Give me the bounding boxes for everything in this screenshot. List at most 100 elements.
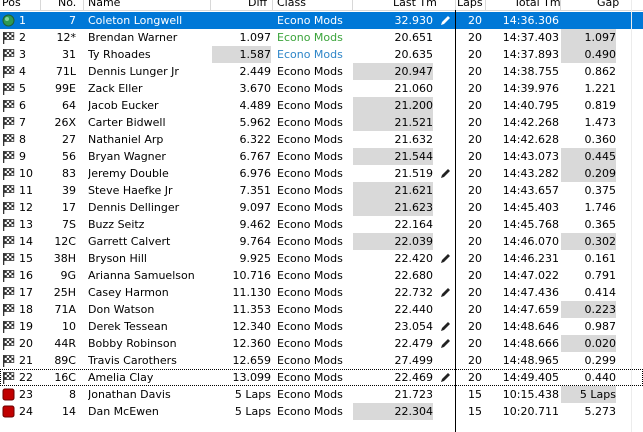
class-cell: Econo Mods [277, 286, 343, 299]
driver-name-cell: Coleton Longwell [88, 14, 183, 27]
diff-cell: 6.976 [239, 167, 272, 180]
total-time-cell: 14:48.965 [502, 354, 559, 367]
header-divider[interactable] [40, 0, 41, 10]
table-row[interactable]: 12 17 Dennis Dellinger 9.097 Econo Mods 21.62… [0, 199, 643, 216]
class-cell: Econo Mods [277, 31, 343, 44]
header-gap[interactable]: Gap [597, 0, 619, 10]
table-row[interactable]: 6 64 Jacob Eucker 4.489 Econo Mods 21.200 20 14… [0, 97, 643, 114]
header-total-tm[interactable]: Total Tm [514, 0, 561, 10]
diff-cell: 11.130 [232, 286, 272, 299]
table-row[interactable]: 2 12* Brendan Warner 1.097 Econo Mods 20.651 2… [0, 29, 643, 46]
table-row[interactable]: 16 9G Arianna Samuelson 10.716 Econo Mods 22.… [0, 267, 643, 284]
last-time-cell: 21.544 [353, 148, 433, 165]
total-time-cell: 14:48.666 [502, 337, 559, 350]
header-last-tm[interactable]: Last Tm [393, 0, 437, 10]
header-class[interactable]: Class [277, 0, 306, 10]
table-row[interactable]: 22 16C Amelia Clay 13.099 Econo Mods 22.469 20… [0, 369, 643, 386]
table-row[interactable]: 1 7 Coleton Longwell Econo Mods 32.930 20 14:3… [0, 12, 643, 29]
header-divider[interactable] [352, 0, 353, 10]
last-time-cell: 21.519 [394, 167, 434, 180]
table-row[interactable]: 7 26X Carter Bidwell 5.962 Econo Mods 21.521 2… [0, 114, 643, 131]
table-row[interactable]: 8 27 Nathaniel Arp 6.322 Econo Mods 21.632 20 1… [0, 131, 643, 148]
pencil-icon[interactable] [440, 338, 451, 349]
table-row[interactable]: 17 25H Casey Harmon 11.130 Econo Mods 22.732 2… [0, 284, 643, 301]
header-divider[interactable] [485, 0, 486, 10]
header-pos[interactable]: Pos [2, 0, 21, 10]
pos-cell: 12 [19, 201, 33, 214]
class-cell: Econo Mods [277, 252, 343, 265]
driver-name-cell: Bobby Robinson [88, 337, 177, 350]
table-row[interactable]: 4 71L Dennis Lunger Jr 2.449 Econo Mods 20.94… [0, 63, 643, 80]
laps-cell: 20 [468, 269, 482, 282]
table-row[interactable]: 10 83 Jeremy Double 6.976 Econo Mods 21.519 20… [0, 165, 643, 182]
car-number-cell: 31 [62, 48, 76, 61]
pos-cell: 20 [19, 337, 33, 350]
checkered-flag-icon [3, 66, 15, 78]
last-time-cell: 20.651 [394, 31, 434, 44]
driver-name-cell: Travis Carothers [88, 354, 177, 367]
header-divider[interactable] [210, 0, 211, 10]
gap-cell: 1.746 [584, 201, 617, 214]
gap-cell: 5.273 [584, 405, 617, 418]
class-cell: Econo Mods [277, 201, 343, 214]
table-row[interactable]: 19 10 Derek Tessean 12.340 Econo Mods 23.054 2… [0, 318, 643, 335]
driver-name-cell: Bryan Wagner [88, 150, 166, 163]
pos-cell: 9 [19, 150, 26, 163]
table-row[interactable]: 24 14 Dan McEwen 5 Laps Econo Mods 22.304 15 10… [0, 403, 643, 420]
pencil-icon[interactable] [440, 253, 451, 264]
header-no[interactable]: No. [58, 0, 76, 10]
header-divider[interactable] [560, 0, 561, 10]
header-laps[interactable]: Laps [457, 0, 483, 10]
class-cell: Econo Mods [277, 354, 343, 367]
car-number-cell: 39 [62, 184, 76, 197]
diff-cell: 5 Laps [234, 388, 271, 401]
checkered-flag-icon [3, 185, 15, 197]
checkered-flag-icon [3, 338, 15, 350]
table-row[interactable]: 21 89C Travis Carothers 12.659 Econo Mods 27.… [0, 352, 643, 369]
car-number-cell: 7S [62, 218, 76, 231]
pencil-icon[interactable] [440, 287, 451, 298]
table-row[interactable]: 14 12C Garrett Calvert 9.764 Econo Mods 22.03… [0, 233, 643, 250]
car-number-cell: 7 [69, 14, 76, 27]
table-row[interactable]: 11 39 Steve Haefke Jr 7.351 Econo Mods 21.621… [0, 182, 643, 199]
table-row[interactable]: 3 31 Ty Rhoades 1.587 Econo Mods 20.635 20 14:3… [0, 46, 643, 63]
last-time-cell: 21.200 [353, 97, 433, 114]
driver-name-cell: Bryson Hill [88, 252, 147, 265]
total-time-cell: 14:49.405 [502, 371, 559, 384]
pencil-icon[interactable] [440, 15, 451, 26]
car-number-cell: 25H [53, 286, 76, 299]
table-row[interactable]: 9 56 Bryan Wagner 6.767 Econo Mods 21.544 20 14… [0, 148, 643, 165]
class-cell: Econo Mods [277, 116, 343, 129]
pos-cell: 7 [19, 116, 26, 129]
laps-cell: 20 [468, 48, 482, 61]
header-name[interactable]: Name [88, 0, 120, 10]
pos-cell: 17 [19, 286, 33, 299]
pos-cell: 8 [19, 133, 26, 146]
table-row[interactable]: 18 71A Don Watson 11.353 Econo Mods 22.440 20 1… [0, 301, 643, 318]
header-divider[interactable] [455, 0, 456, 10]
laps-cell: 20 [468, 82, 482, 95]
driver-name-cell: Derek Tessean [88, 320, 168, 333]
diff-cell: 13.099 [232, 371, 272, 384]
pencil-icon[interactable] [440, 372, 451, 383]
table-row[interactable]: 23 8 Jonathan Davis 5 Laps Econo Mods 21.723 1… [0, 386, 643, 403]
total-time-cell: 10:20.711 [502, 405, 559, 418]
header-divider[interactable] [83, 0, 84, 10]
gap-cell: 0.302 [561, 233, 616, 250]
table-row[interactable]: 5 99E Zack Eller 3.670 Econo Mods 21.060 20 14:… [0, 80, 643, 97]
checkered-flag-icon [3, 219, 15, 231]
laps-cell: 20 [468, 303, 482, 316]
green-flag-icon [2, 14, 15, 27]
class-cell: Econo Mods [277, 99, 343, 112]
table-row[interactable]: 13 7S Buzz Seitz 9.462 Econo Mods 22.164 20 14:… [0, 216, 643, 233]
diff-cell: 9.764 [239, 235, 272, 248]
table-row[interactable]: 15 38H Bryson Hill 9.925 Econo Mods 22.420 20 1… [0, 250, 643, 267]
pos-cell: 16 [19, 269, 33, 282]
table-row[interactable]: 20 44R Bobby Robinson 12.360 Econo Mods 22.47… [0, 335, 643, 352]
laps-cell: 20 [468, 218, 482, 231]
pencil-icon[interactable] [440, 321, 451, 332]
car-number-cell: 10 [62, 320, 76, 333]
header-divider[interactable] [272, 0, 273, 10]
pencil-icon[interactable] [440, 168, 451, 179]
header-diff[interactable]: Diff [248, 0, 267, 10]
